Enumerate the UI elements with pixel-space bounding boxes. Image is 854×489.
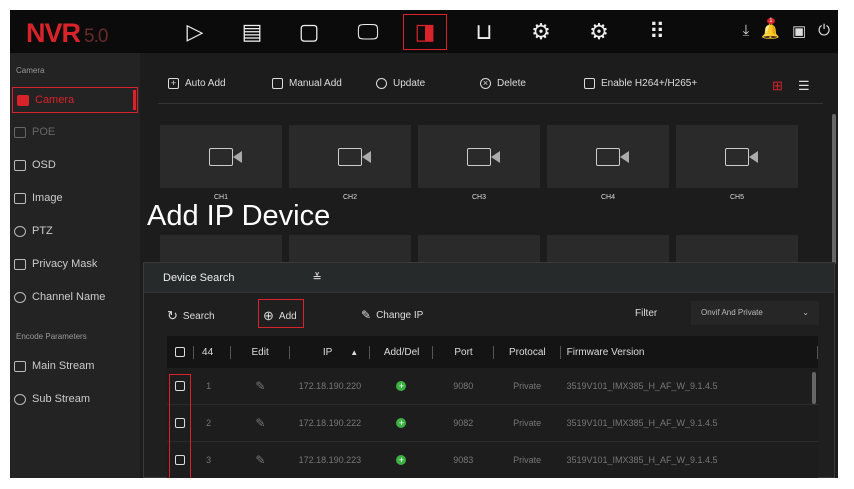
add-highlight (258, 299, 304, 328)
monitor-icon[interactable]: 🖵 (346, 14, 390, 50)
device-search-panel: Device Search ≚ ↻ Search ⊕ Add ✎ Change IP F… (143, 262, 835, 478)
osd-icon (14, 159, 26, 171)
playback-icon[interactable]: ▤ (230, 14, 274, 50)
collapse-chevron-icon[interactable]: ≚ (313, 271, 322, 284)
storage-icon[interactable]: ⊔ (462, 14, 506, 50)
count-header: 44 (194, 336, 231, 368)
edit-icon[interactable]: ✎ (231, 368, 290, 404)
poe-icon (14, 126, 26, 138)
image-icon (14, 192, 26, 204)
top-bar: NVR 5.0 ▷ ▤ ▢ 🖵 ◨ ⊔ ⚙ ⚙ ⠿ ⤓ 🔔 1 ▣ ⏻ (10, 10, 838, 53)
sidebar-item-image[interactable]: Image (14, 192, 63, 204)
enable-h264-button[interactable]: Enable H264+/H265+ (584, 78, 697, 89)
camera-icon (596, 147, 629, 166)
table-row[interactable]: 1 ✎ 172.18.190.220 + 9080 Private 3519V1… (167, 368, 818, 405)
device-table: 44 Edit IP ▲ Add/Del Port Protocal Firmwa… (167, 336, 819, 478)
update-icon (376, 78, 387, 89)
channel-label: CH4 (600, 194, 615, 201)
sidebar-item-camera[interactable]: Camera (12, 87, 138, 113)
adddel-header: Add/Del (370, 336, 433, 368)
add-device-icon[interactable]: + (396, 418, 407, 428)
alarm-bell-icon[interactable]: 🔔 1 (761, 18, 780, 40)
edit-icon: ✎ (361, 308, 372, 322)
sort-up-icon: ▲ (350, 347, 359, 357)
sidebar-item-channel-name[interactable]: Channel Name (14, 291, 105, 303)
sidebar-section-encode: Encode Parameters (16, 332, 87, 341)
logo: NVR 5.0 (26, 18, 108, 48)
chevron-down-icon: ⌄ (802, 308, 809, 317)
panel-header: Device Search ≚ (144, 263, 834, 293)
update-button[interactable]: Update (376, 78, 425, 89)
table-header: 44 Edit IP ▲ Add/Del Port Protocal Firmwa… (167, 336, 819, 368)
panel-title: Device Search (163, 271, 235, 284)
channel-label: CH3 (471, 194, 486, 201)
apps-grid-icon[interactable]: ⠿ (635, 14, 679, 50)
table-row[interactable]: 3 ✎ 172.18.190.223 + 9083 Private 3519V1… (167, 442, 818, 478)
delete-x-icon: × (480, 78, 491, 89)
live-view-icon[interactable]: ▷ (173, 14, 217, 50)
table-scrollbar[interactable] (812, 372, 816, 404)
delete-button[interactable]: × Delete (480, 78, 526, 89)
sidebar-item-sub-stream[interactable]: Sub Stream (14, 393, 90, 405)
privacy-mask-icon (14, 258, 26, 270)
channel-tile[interactable] (547, 125, 669, 188)
edit-icon[interactable]: ✎ (231, 405, 290, 441)
camera-icon (338, 147, 371, 166)
gear-icon[interactable]: ⚙ (519, 14, 563, 50)
filter-select[interactable]: Onvif And Private ⌄ (691, 301, 819, 325)
refresh-icon: ↻ (167, 308, 178, 323)
change-ip-button[interactable]: ✎ Change IP (361, 308, 423, 322)
protocol-header: Protocal (494, 336, 561, 368)
nvr-app: NVR 5.0 ▷ ▤ ▢ 🖵 ◨ ⊔ ⚙ ⚙ ⠿ ⤓ 🔔 1 ▣ ⏻ Camera… (10, 10, 838, 478)
manual-add-button[interactable]: Manual Add (272, 78, 342, 89)
camera-icon (17, 94, 29, 106)
camera-nav-icon[interactable]: ◨ (403, 14, 447, 50)
channel-tile[interactable] (289, 125, 411, 188)
download-icon[interactable]: ⤓ (743, 22, 750, 40)
auto-add-button[interactable]: + Auto Add (168, 78, 226, 89)
channel-label: CH5 (729, 194, 744, 201)
overlay-title: Add IP Device (147, 200, 331, 232)
ptz-icon (14, 225, 26, 237)
plus-square-icon: + (168, 78, 179, 89)
channel-tile[interactable] (160, 125, 282, 188)
files-icon[interactable]: ▢ (287, 14, 331, 50)
sidebar-section-camera: Camera (16, 66, 45, 75)
sidebar-item-poe[interactable]: POE (14, 126, 55, 138)
sidebar-item-privacy-mask[interactable]: Privacy Mask (14, 258, 97, 270)
add-device-icon[interactable]: + (396, 381, 407, 391)
main-stream-icon (14, 360, 26, 372)
grid-view-icon[interactable]: ⊞ (772, 78, 783, 94)
list-view-icon[interactable]: ☰ (798, 78, 810, 94)
add-device-icon[interactable]: + (396, 455, 407, 465)
system-settings-icon[interactable]: ⚙ (577, 14, 621, 50)
port-header: Port (433, 336, 494, 368)
channel-tile[interactable] (418, 125, 540, 188)
filter-label: Filter (635, 308, 658, 319)
codec-icon (584, 78, 595, 89)
power-icon[interactable]: ⏻ (818, 22, 830, 40)
camera-icon (725, 147, 758, 166)
camera-icon (467, 147, 500, 166)
edit-header: Edit (231, 336, 290, 368)
scrollbar[interactable] (832, 114, 836, 264)
sidebar: Camera Camera POE OSD Image PTZ Privacy … (10, 53, 140, 478)
channel-name-icon (14, 291, 26, 303)
sub-stream-icon (14, 393, 26, 405)
lock-screen-icon[interactable]: ▣ (792, 22, 806, 40)
select-all-checkbox[interactable] (175, 347, 185, 357)
camera-icon (209, 147, 242, 166)
divider (158, 103, 823, 104)
firmware-header: Firmware Version (561, 336, 819, 368)
edit-icon[interactable]: ✎ (231, 442, 290, 478)
checkbox-highlight (169, 374, 191, 478)
table-row[interactable]: 2 ✎ 172.18.190.222 + 9082 Private 3519V1… (167, 405, 818, 442)
manual-add-icon (272, 78, 283, 89)
channel-tile[interactable] (676, 125, 798, 188)
search-button[interactable]: ↻ Search (167, 308, 215, 324)
sidebar-item-ptz[interactable]: PTZ (14, 225, 53, 237)
sidebar-item-osd[interactable]: OSD (14, 159, 56, 171)
ip-header[interactable]: IP ▲ (290, 336, 371, 368)
sidebar-item-main-stream[interactable]: Main Stream (14, 360, 94, 372)
